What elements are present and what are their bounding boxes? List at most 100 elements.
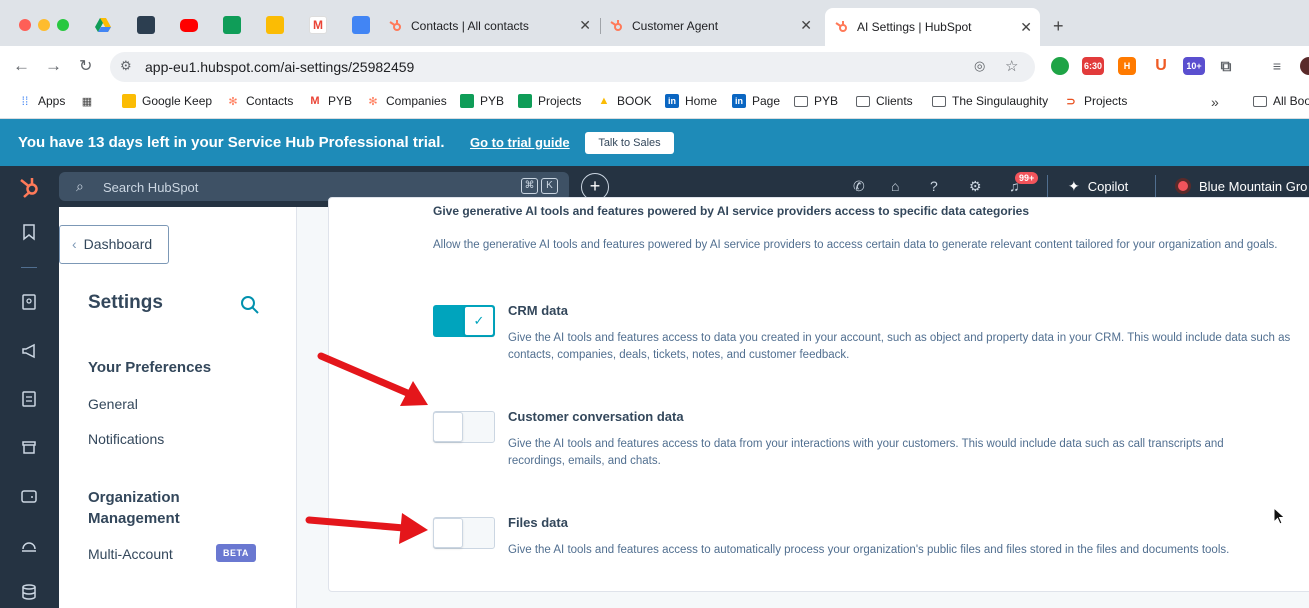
bookmark-google-keep[interactable]: Google Keep — [122, 94, 212, 108]
extension-count-icon[interactable]: 10+ — [1183, 57, 1205, 75]
eye-off-icon[interactable]: ◎ — [974, 58, 985, 74]
maximize-window-button[interactable] — [57, 19, 69, 31]
bookmark-all-bookmarks[interactable]: All Bookmarks — [1253, 94, 1309, 108]
sheets-pinned-tab[interactable] — [223, 16, 241, 34]
tab-contacts[interactable]: Contacts | All contacts ✕ — [387, 12, 599, 40]
tab-label: Customer Agent — [632, 19, 719, 33]
tab-close-icon[interactable]: ✕ — [579, 17, 591, 34]
docs-pinned-tab[interactable] — [352, 16, 370, 34]
sidebar-item-general[interactable]: General — [88, 396, 138, 412]
main-content: Give generative AI tools and features po… — [297, 197, 1309, 608]
dashboard-back-button[interactable]: ‹ Dashboard — [59, 225, 169, 264]
sidebar-item-notifications[interactable]: Notifications — [88, 431, 164, 447]
bookmark-projects[interactable]: ⊃ Projects — [1064, 94, 1127, 108]
bookmark-contacts[interactable]: ✻ Contacts — [226, 94, 293, 108]
annotation-arrow-icon — [317, 352, 428, 406]
content-icon[interactable] — [20, 390, 38, 408]
bookmark-label: Companies — [386, 94, 447, 108]
bookmark-pyb-gmail[interactable]: M PYB — [308, 94, 352, 108]
tab-ai-settings[interactable]: AI Settings | HubSpot ✕ — [825, 8, 1040, 46]
tab-customer-agent[interactable]: Customer Agent ✕ — [608, 12, 820, 40]
hubspot-icon: ✻ — [228, 95, 238, 108]
avatar — [1175, 178, 1191, 194]
bookmarks-overflow-chevron-icon[interactable]: » — [1211, 94, 1219, 110]
pinned-tab-grid[interactable] — [137, 16, 155, 34]
shortcut-k-key: K — [541, 178, 558, 194]
bookmark-home[interactable]: in Home — [665, 94, 717, 108]
section-description: Allow the generative AI tools and featur… — [433, 239, 1278, 251]
profile-avatar[interactable] — [1300, 57, 1309, 75]
extension-clock-icon[interactable]: 6:30 — [1082, 57, 1104, 75]
trial-guide-link[interactable]: Go to trial guide — [470, 135, 570, 150]
bookmark-grid[interactable]: ▦ — [80, 94, 100, 108]
tab-label: Contacts | All contacts — [411, 19, 529, 33]
reading-list-icon[interactable]: ≡ — [1268, 57, 1286, 75]
keep-icon — [122, 94, 136, 108]
extensions-puzzle-icon[interactable]: ⧉ — [1217, 57, 1235, 75]
checkmark-icon: ✓ — [464, 306, 494, 336]
hubspot-logo-icon[interactable] — [17, 175, 41, 204]
bookmark-label: PYB — [480, 94, 505, 108]
bookmark-companies[interactable]: ✻ Companies — [366, 94, 447, 108]
contacts-icon[interactable] — [20, 293, 38, 311]
service-icon[interactable] — [20, 536, 38, 554]
minimize-window-button[interactable] — [38, 19, 50, 31]
bookmark-label: Page — [752, 94, 781, 108]
tab-close-icon[interactable]: ✕ — [800, 17, 812, 34]
keep-pinned-tab[interactable] — [266, 16, 284, 34]
extension-u-icon[interactable]: U — [1152, 57, 1170, 75]
drive-icon: ▲ — [598, 95, 610, 107]
wallet-icon[interactable] — [20, 487, 38, 505]
bookmark-folder-singulaughity[interactable]: The Singulaughity — [932, 94, 1048, 108]
customer-conversation-data-toggle[interactable] — [433, 411, 495, 443]
bookmark-folder-clients[interactable]: Clients — [856, 94, 913, 108]
url-field[interactable]: ⚙ app-eu1.hubspot.com/ai-settings/259824… — [110, 52, 1035, 82]
new-tab-button[interactable]: + — [1053, 12, 1064, 40]
gmail-icon: M — [310, 95, 320, 107]
bookmark-folder-pyb[interactable]: PYB — [794, 94, 838, 108]
hubspot-icon — [387, 18, 403, 34]
bookmark-star-icon[interactable]: ☆ — [1005, 57, 1018, 75]
url-text: app-eu1.hubspot.com/ai-settings/25982459 — [145, 59, 415, 75]
forward-arrow-icon[interactable]: → — [45, 56, 62, 76]
bookmark-page[interactable]: in Page — [732, 94, 780, 108]
folder-icon — [1253, 95, 1267, 107]
gmail-pinned-tab[interactable]: M — [309, 16, 327, 34]
bookmark-label: BOOK — [617, 94, 652, 108]
bookmark-apps[interactable]: ⁞⁞ Apps — [18, 94, 66, 108]
linkedin-icon: in — [665, 94, 679, 108]
bookmark-icon[interactable] — [20, 223, 38, 241]
youtube-pinned-tab[interactable] — [180, 19, 198, 32]
phone-icon[interactable]: ✆ — [853, 178, 865, 195]
site-settings-icon[interactable]: ⚙ — [120, 58, 132, 74]
crm-data-toggle[interactable]: ✓ — [433, 305, 495, 337]
marketplace-icon[interactable]: ⌂ — [891, 178, 899, 194]
reload-icon[interactable]: ↻ — [79, 56, 92, 76]
settings-sidebar: ‹ Dashboard Settings Your Preferences Gen… — [59, 207, 297, 608]
account-menu[interactable]: Blue Mountain Gro — [1175, 178, 1307, 194]
database-icon[interactable] — [20, 583, 38, 601]
bookmark-pyb-sheets[interactable]: PYB — [460, 94, 504, 108]
tab-close-icon[interactable]: ✕ — [1020, 19, 1032, 36]
commerce-icon[interactable] — [20, 438, 38, 456]
tab-divider — [600, 18, 601, 34]
close-window-button[interactable] — [19, 19, 31, 31]
extension-green-icon[interactable] — [1051, 57, 1069, 75]
drive-pinned-tab[interactable] — [94, 16, 112, 34]
talk-to-sales-button[interactable]: Talk to Sales — [585, 132, 674, 154]
settings-search-icon[interactable] — [240, 295, 260, 315]
megaphone-icon[interactable] — [20, 342, 38, 360]
sidebar-item-multi-account[interactable]: Multi-Account — [88, 546, 173, 562]
back-arrow-icon[interactable]: ← — [13, 56, 30, 76]
crm-data-title: CRM data — [508, 303, 568, 318]
extension-hubspot-icon[interactable]: H — [1118, 57, 1136, 75]
settings-gear-icon[interactable]: ⚙ — [969, 178, 982, 195]
bookmark-projects-sheets[interactable]: Projects — [518, 94, 581, 108]
copilot-button[interactable]: ✦ Copilot — [1068, 178, 1128, 195]
help-icon[interactable]: ? — [930, 178, 938, 194]
files-data-toggle[interactable] — [433, 517, 495, 549]
bookmark-book[interactable]: ▲ BOOK — [597, 94, 652, 108]
bookmark-label: PYB — [328, 94, 353, 108]
rail-divider — [21, 267, 37, 268]
bookmark-label: Apps — [38, 94, 66, 108]
